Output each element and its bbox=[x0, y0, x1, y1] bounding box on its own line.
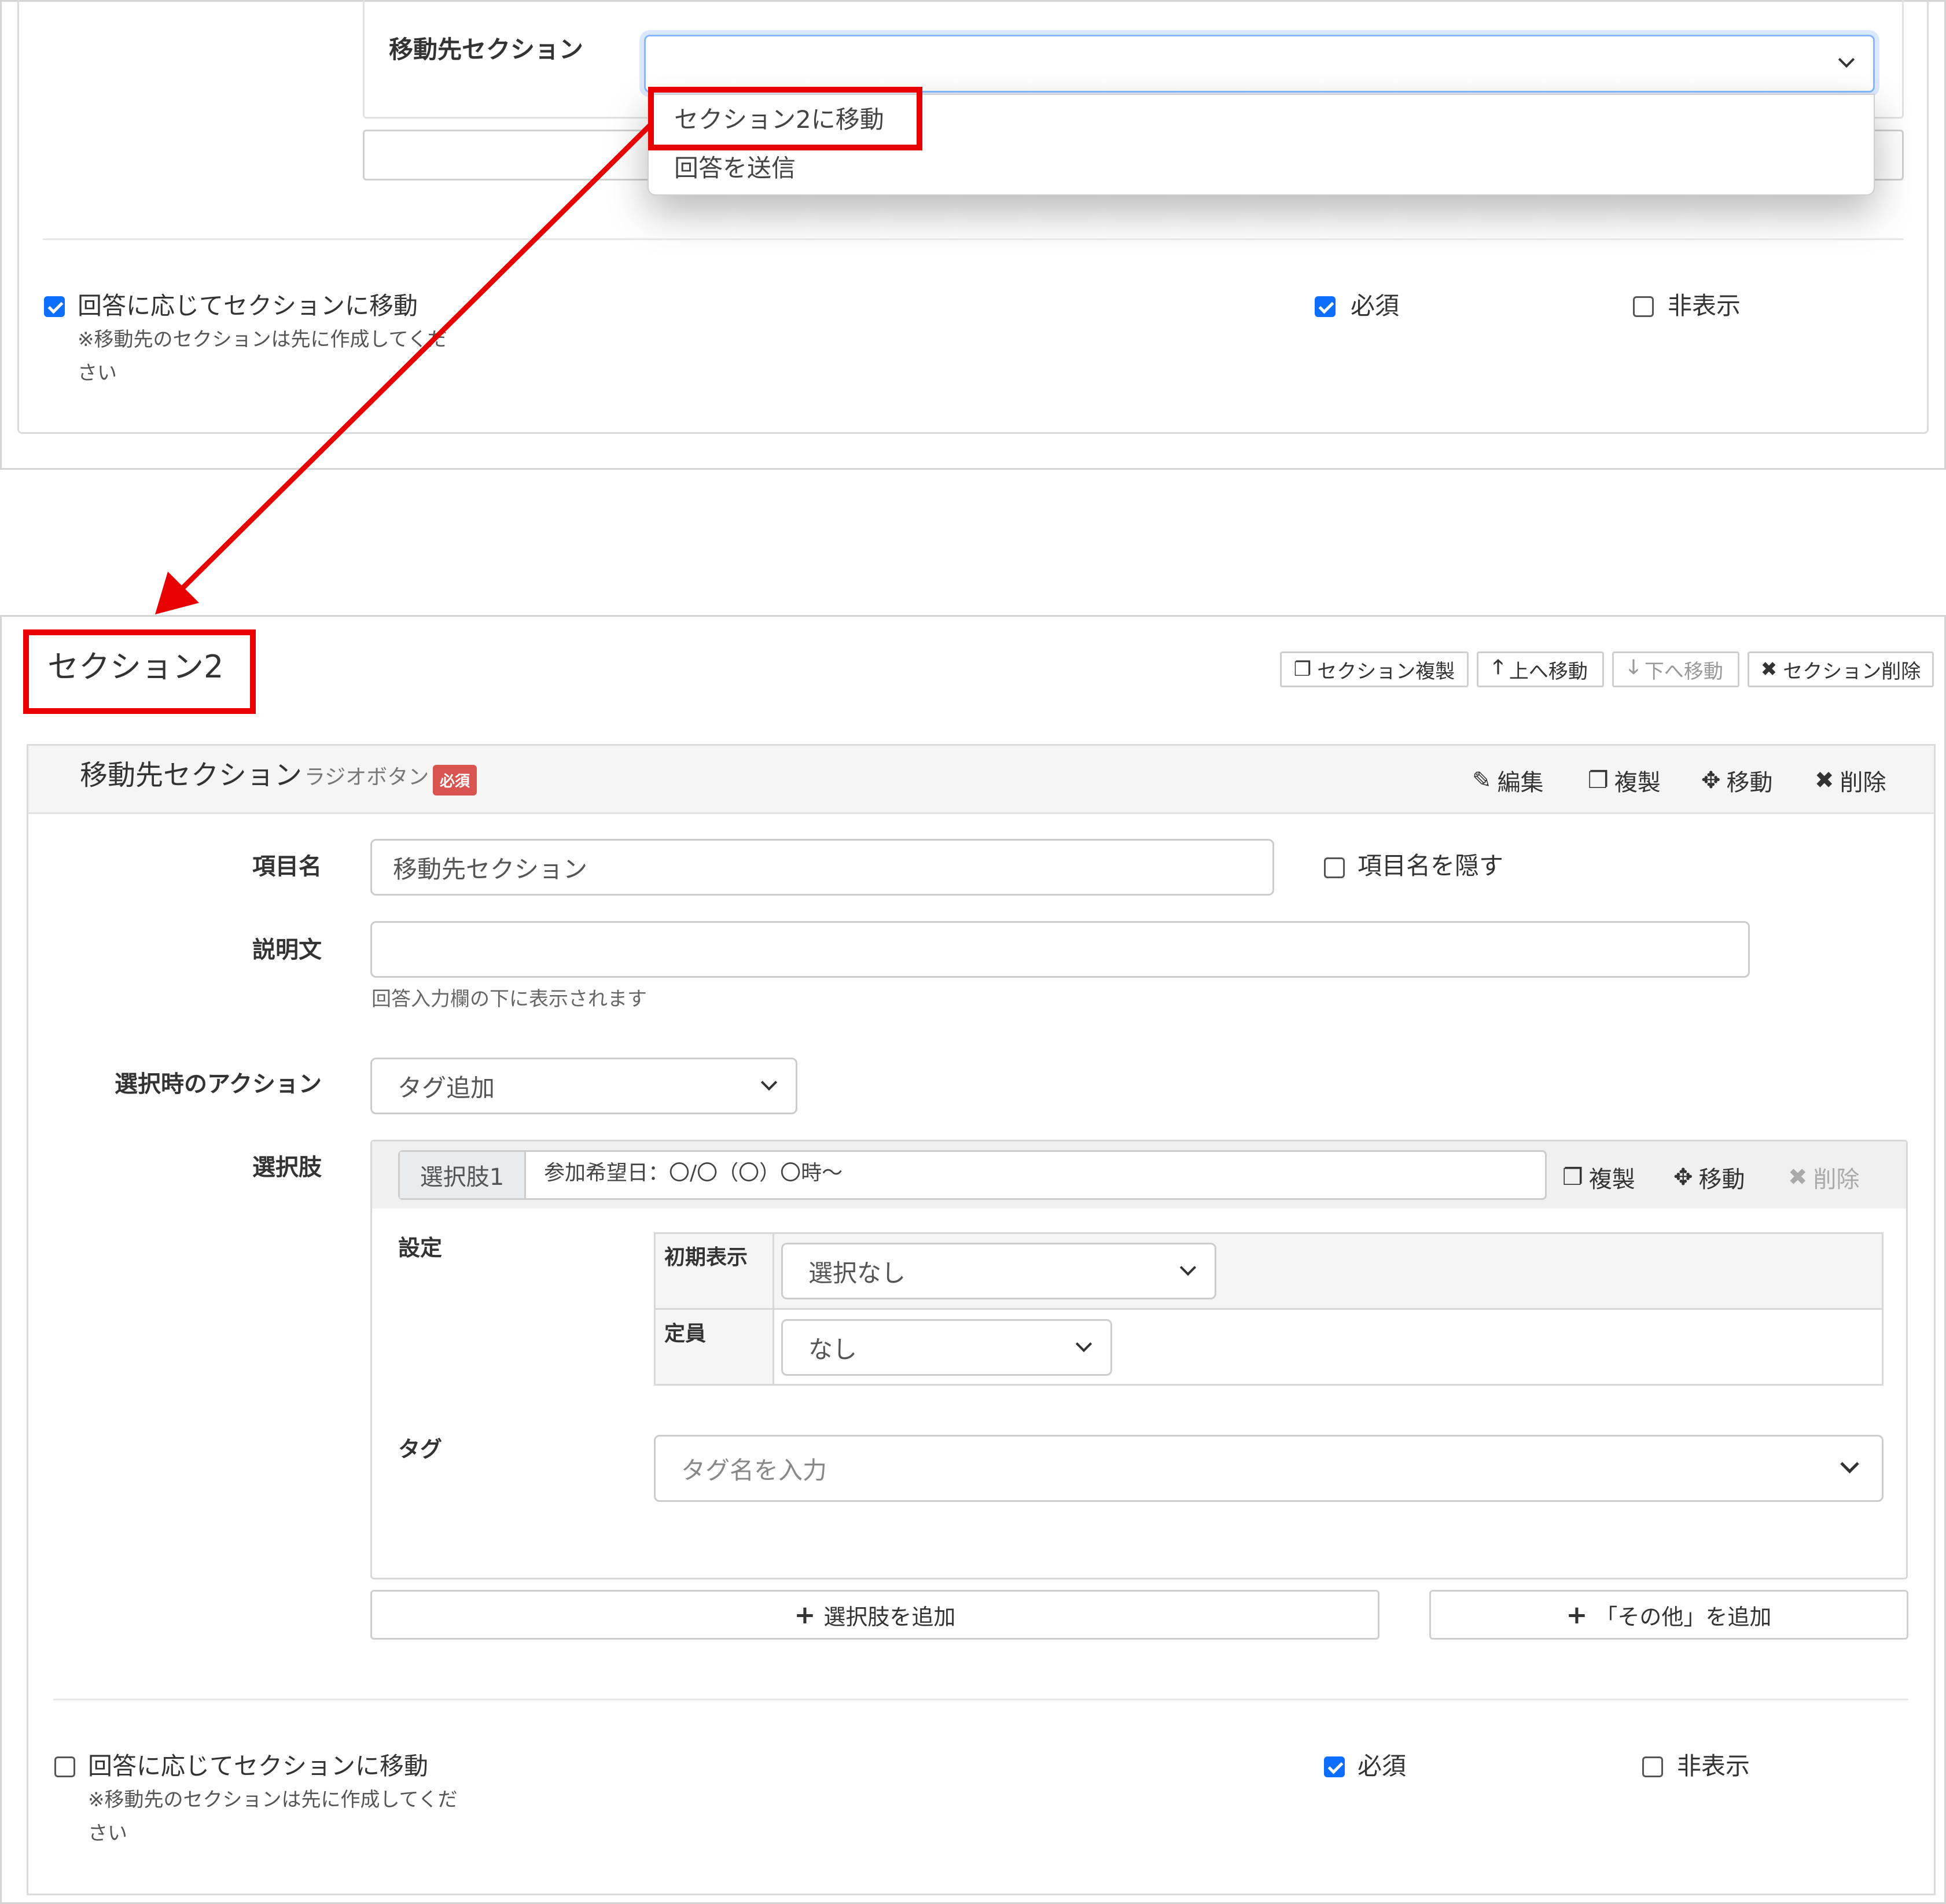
annotation-arrow bbox=[155, 123, 653, 614]
